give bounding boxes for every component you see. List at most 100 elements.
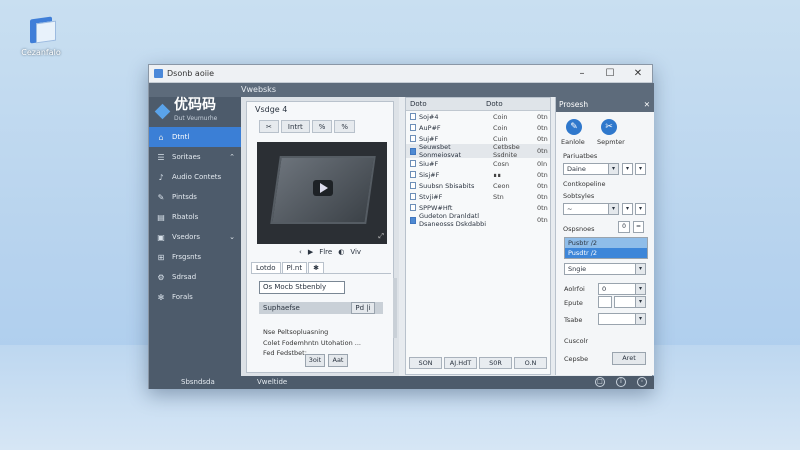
tab-lotdo[interactable]: Lotdo [251,262,281,273]
sidebar-item-soritaes[interactable]: ☰ Soritaes ⌃ [149,147,241,167]
column-header[interactable]: Doto [406,98,482,110]
brand: 优码码 Dut Veumurhe [149,97,241,127]
file-row[interactable]: Gudeton Dranldatl Dsaneosss Dskdabbi 0tn [406,212,550,228]
sidebar-item-audio[interactable]: ♪ Audio Contets [149,167,241,187]
sidebar-item-rbatols[interactable]: ▤ Rbatols [149,207,241,227]
panel-button[interactable]: Aat [328,354,348,367]
record-icon[interactable]: ◐ [338,248,344,256]
bottom-label: Vweltide [257,378,288,386]
maximize-button[interactable]: ☐ [596,65,624,83]
menu-item[interactable]: Vwebsks [241,85,276,94]
window-title: Dsonb aoiie [167,69,215,78]
separator-icon[interactable]: ✂ [601,119,617,135]
video-controls: ‹ ▶ Flre ◐ Viv [299,248,361,256]
tab-plnt[interactable]: Pl.nt [281,262,308,273]
field-label: Tsabe [564,316,583,324]
note-line: Colet Fodemhntn Utohation ... [263,339,361,347]
item-listbox[interactable]: Pusbtr /2 Pusdtr /2 [564,237,648,259]
file-list-header: Doto Doto [406,98,550,111]
sidebar-item-pintsds[interactable]: ✎ Pintsds [149,187,241,207]
video-control-label-2[interactable]: Viv [350,248,361,256]
spin-button[interactable]: = [633,221,644,233]
dropdown-button[interactable]: ▾ [622,203,633,215]
select-box[interactable]: Sngie ▾ [564,263,646,275]
enable-icon[interactable]: ✎ [566,119,582,135]
file-size: 0tn [537,192,548,201]
combo-box[interactable]: ▾ [598,313,646,325]
sidebar-item-home[interactable]: ⌂ Dtntl [149,127,241,147]
play-icon[interactable] [313,180,333,196]
info-icon[interactable]: i [616,377,626,387]
spin-value[interactable]: 0 [618,221,630,233]
chevron-down-icon: ▾ [635,284,645,294]
desktop-shortcut[interactable]: Cezanfalo [16,14,66,57]
scrollbar[interactable] [393,278,397,338]
dropdown-button[interactable]: ▾ [622,163,633,175]
footer-button[interactable]: AJ.HdT [444,357,477,369]
play-small-icon[interactable]: ▶ [308,248,313,256]
file-row[interactable]: Suubsn Sbisabits Ceon 0tn [406,180,550,191]
combo-box[interactable]: ~ ▾ [563,203,619,215]
previous-icon[interactable]: ‹ [299,248,302,256]
percent-button-2[interactable]: % [334,120,356,133]
sidebar-item-forals[interactable]: ✻ Forals [149,287,241,307]
percent-button[interactable]: % [311,120,333,133]
dropdown-button[interactable]: ▾ [635,203,646,215]
file-column: ∎∎ [493,170,502,179]
column-header[interactable]: Doto [482,98,507,110]
document-icon: ▤ [157,212,165,222]
combo-box[interactable]: ▾ [614,296,646,308]
media-panel-body: Vsdge 4 ✂ Intrt % % ⤢ ‹ ▶ Flre ◐ Viv Lot… [246,101,397,373]
status-bar: □ i ◦ [241,376,654,389]
close-button[interactable]: ✕ [624,65,652,83]
home-icon: ⌂ [158,132,164,142]
tab-star[interactable]: ✱ [308,262,324,273]
stop-icon[interactable]: □ [595,377,605,387]
combo-box[interactable]: Daine ▾ [563,163,619,175]
logo-icon [155,104,171,120]
settings-round-icon[interactable]: ◦ [637,377,647,387]
file-row[interactable]: Siu#F Cosn 0ln [406,158,550,169]
dropdown-button[interactable]: ▾ [635,163,646,175]
minimize-button[interactable]: – [568,65,596,83]
file-row[interactable]: Sisj#F ∎∎ 0tn [406,169,550,180]
video-preview[interactable]: ⤢ [257,142,387,244]
expand-icon[interactable]: ⤢ [378,232,384,241]
file-size: 0tn [537,203,548,212]
footer-button[interactable]: O.N [514,357,547,369]
properties-header: Prosesh ✕ [556,97,654,112]
file-column: Stn [493,192,504,201]
file-row[interactable]: Stvji#F Stn 0tn [406,191,550,202]
file-size: 0tn [537,134,548,143]
text-field[interactable]: Os Mocb Stbenbly [259,281,345,294]
file-icon [410,204,416,211]
field-label: Pariuatbes [563,152,598,160]
sidebar-item-vsedors[interactable]: ▣ Vsedors ⌄ [149,227,241,247]
list-item-selected[interactable]: Pusdtr /2 [565,248,647,258]
footer-button[interactable]: SON [409,357,442,369]
combo-box[interactable]: 0 ▾ [598,283,646,295]
file-size: 0tn [537,216,548,224]
cut-button[interactable]: ✂ [259,120,279,133]
insert-button[interactable]: Intrt [280,120,310,133]
sidebar-item-sdrsad[interactable]: ⚙ Sdrsad [149,267,241,287]
footer-button[interactable]: S0R [479,357,512,369]
list-item[interactable]: Pusbtr /2 [565,238,647,248]
file-row[interactable]: AuP#F Coin 0tn [406,122,550,133]
file-row[interactable]: Soj#4 Coin 0tn [406,111,550,122]
chevron-down-icon: ▾ [635,314,645,324]
row-button[interactable]: Pd |i [351,302,375,314]
file-icon [410,124,416,131]
video-control-label[interactable]: Flre [319,248,332,256]
sidebar-item-frsgsnts[interactable]: ⊞ Frsgsnts [149,247,241,267]
checkbox[interactable] [598,296,612,308]
chevron-up-icon: ⌃ [229,153,235,161]
media-panel: Vsdge 4 ✂ Intrt % % ⤢ ‹ ▶ Flre ◐ Viv Lot… [241,97,399,389]
close-panel-icon[interactable]: ✕ [644,100,650,109]
file-name: Suj#F [419,134,439,143]
file-name: Seuwsbet Sonmeiosvat [419,143,462,159]
apply-button[interactable]: Aret [612,352,646,365]
panel-button[interactable]: 3oit [305,354,325,367]
file-row[interactable]: Seuwsbet Sonmeiosvat Cetbsbe Ssdnite 0tn [406,143,550,159]
field-label: Aolrfoi [564,285,585,293]
